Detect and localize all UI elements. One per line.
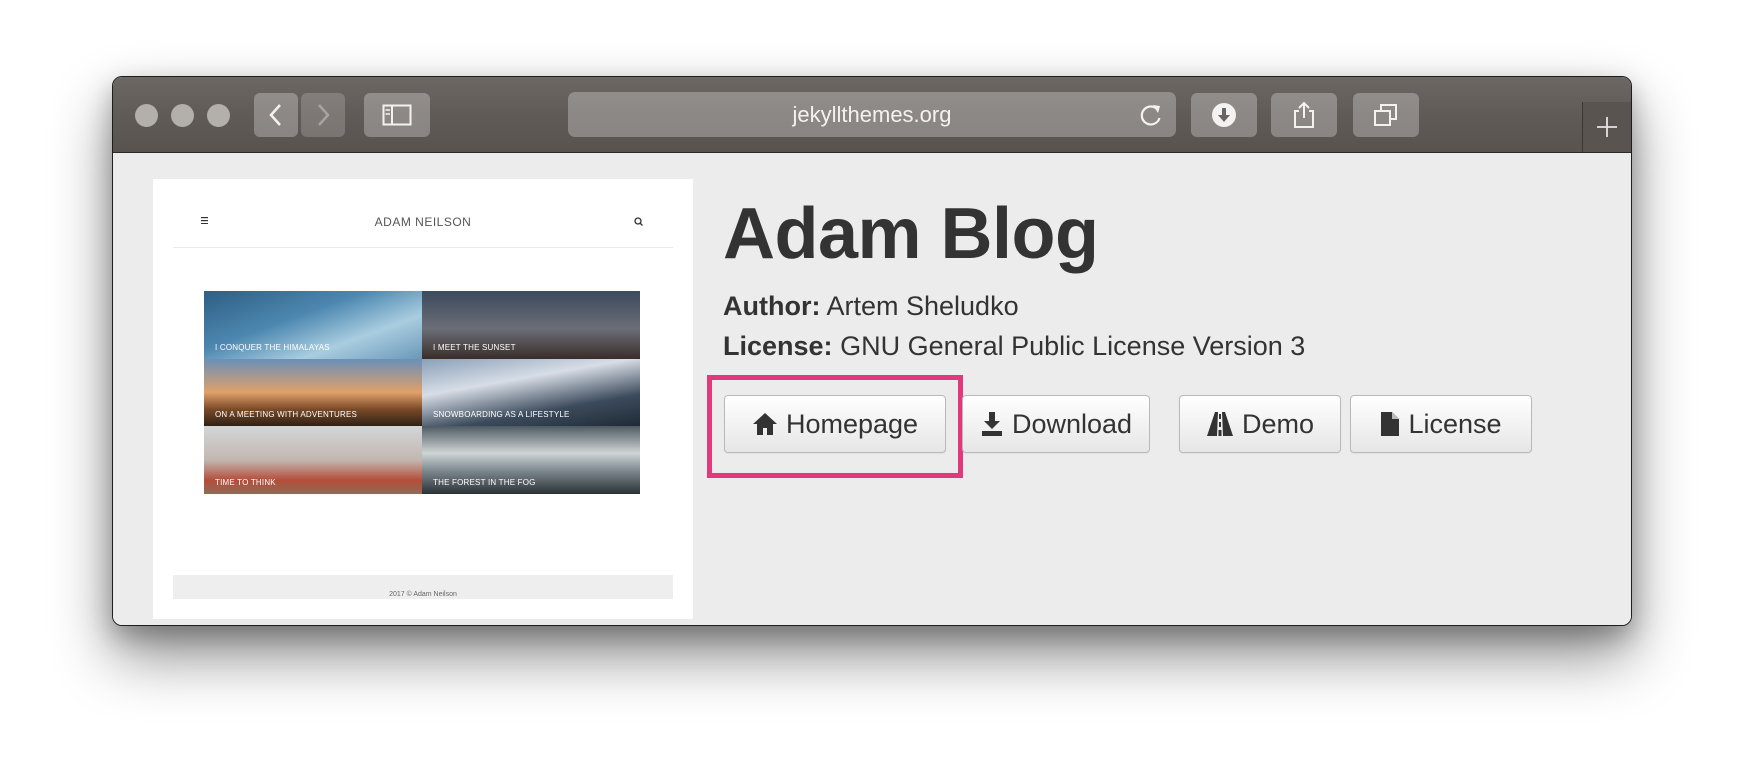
preview-brand: ADAM NEILSON (374, 215, 472, 229)
search-icon (634, 217, 643, 226)
minimize-window-button[interactable] (171, 104, 194, 127)
close-window-button[interactable] (135, 104, 158, 127)
page-content: ADAM NEILSON I conquer the Himalayas I m… (113, 153, 1631, 625)
download-icon (981, 412, 1002, 436)
download-icon (1212, 103, 1236, 127)
new-tab-button[interactable] (1582, 102, 1631, 152)
license-label: License: (723, 331, 833, 361)
address-bar[interactable]: jekyllthemes.org (568, 92, 1176, 137)
preview-post-title: I conquer the Himalayas (215, 342, 330, 352)
plus-icon (1597, 117, 1617, 137)
preview-post-title: The forest in the fog (433, 477, 536, 487)
url-text: jekyllthemes.org (792, 101, 952, 127)
preview-post-title: On a meeting with adventures (215, 410, 358, 420)
preview-footer: 2017 © Adam Neilson (173, 575, 673, 599)
license-button[interactable]: License (1350, 395, 1532, 453)
browser-toolbar: jekyllthemes.org (113, 77, 1631, 153)
author-label: Author: (723, 291, 821, 321)
tabs-button[interactable] (1353, 93, 1419, 137)
preview-post-tile: On a meeting with adventures (204, 358, 422, 427)
preview-post-tile: Time to think (204, 426, 422, 494)
download-button-label: Download (1011, 408, 1133, 439)
author-line: Author: Artem Sheludko (723, 291, 1019, 322)
file-icon (1381, 412, 1400, 436)
sidebar-icon (382, 104, 412, 126)
tabs-icon (1374, 104, 1397, 126)
author-name: Artem Sheludko (826, 291, 1019, 321)
preview-post-tile: Snowboarding as a lifestyle (422, 358, 640, 427)
preview-post-title: I meet the sunset (433, 342, 516, 352)
chevron-left-icon (269, 104, 281, 126)
forward-button[interactable] (301, 93, 345, 137)
download-button[interactable]: Download (962, 395, 1150, 453)
share-button[interactable] (1271, 93, 1337, 137)
theme-preview-image[interactable]: ADAM NEILSON I conquer the Himalayas I m… (153, 179, 693, 619)
browser-window: jekyllthemes.org ADAM NEILSON I conquer … (112, 76, 1632, 626)
share-icon (1294, 101, 1314, 128)
sidebar-button[interactable] (364, 93, 430, 137)
homepage-button[interactable]: Homepage (724, 395, 946, 453)
license-name: GNU General Public License Version 3 (840, 331, 1306, 361)
preview-post-title: Snowboarding as a lifestyle (433, 410, 570, 420)
homepage-button-label: Homepage (785, 408, 919, 439)
road-icon (1206, 412, 1233, 436)
demo-button[interactable]: Demo (1179, 395, 1341, 453)
theme-title: Adam Blog (723, 194, 1099, 274)
preview-post-tile: I conquer the Himalayas (204, 291, 422, 359)
preview-post-tile: I meet the sunset (422, 291, 640, 359)
preview-header: ADAM NEILSON (173, 207, 673, 248)
license-line: License: GNU General Public License Vers… (723, 331, 1305, 362)
zoom-window-button[interactable] (207, 104, 230, 127)
reload-icon[interactable] (1138, 102, 1164, 128)
downloads-button[interactable] (1191, 93, 1257, 137)
home-icon (752, 413, 777, 435)
chevron-right-icon (318, 104, 330, 126)
back-button[interactable] (254, 93, 298, 137)
demo-button-label: Demo (1241, 408, 1315, 439)
preview-post-grid: I conquer the Himalayas I meet the sunse… (204, 291, 640, 494)
preview-post-title: Time to think (215, 477, 276, 487)
license-button-label: License (1408, 408, 1502, 439)
preview-post-tile: The forest in the fog (422, 426, 640, 494)
